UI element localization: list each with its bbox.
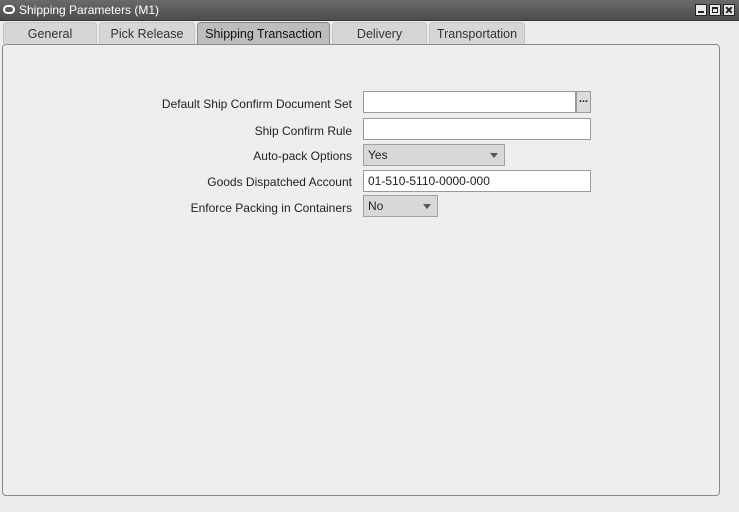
doc-set-field[interactable]	[363, 91, 576, 113]
close-icon[interactable]	[723, 4, 735, 16]
tab-delivery[interactable]: Delivery	[332, 22, 427, 44]
confirm-rule-field[interactable]	[363, 118, 591, 140]
tab-pick-release[interactable]: Pick Release	[99, 22, 195, 44]
chevron-down-icon	[423, 204, 431, 209]
enforce-packing-label: Enforce Packing in Containers	[190, 201, 352, 215]
oracle-app-icon	[3, 5, 15, 14]
autopack-select[interactable]: Yes	[363, 144, 505, 166]
tab-transportation[interactable]: Transportation	[429, 22, 525, 44]
tab-shipping-transaction[interactable]: Shipping Transaction	[197, 22, 330, 44]
tab-general[interactable]: General	[3, 22, 97, 44]
goods-account-label: Goods Dispatched Account	[207, 175, 352, 189]
tab-content-panel	[2, 44, 720, 496]
enforce-packing-value: No	[368, 199, 384, 213]
confirm-rule-label: Ship Confirm Rule	[254, 124, 352, 138]
maximize-icon[interactable]	[709, 4, 721, 16]
minimize-icon[interactable]	[695, 4, 707, 16]
doc-set-lov-button[interactable]: ...	[576, 91, 591, 113]
doc-set-label: Default Ship Confirm Document Set	[161, 97, 352, 111]
chevron-down-icon	[490, 153, 498, 158]
window-title: Shipping Parameters (M1)	[19, 3, 160, 17]
enforce-packing-select[interactable]: No	[363, 195, 438, 217]
autopack-label: Auto-pack Options	[253, 149, 352, 163]
autopack-value: Yes	[368, 148, 388, 162]
goods-account-field[interactable]	[363, 170, 591, 192]
title-bar: Shipping Parameters (M1)	[0, 0, 739, 21]
